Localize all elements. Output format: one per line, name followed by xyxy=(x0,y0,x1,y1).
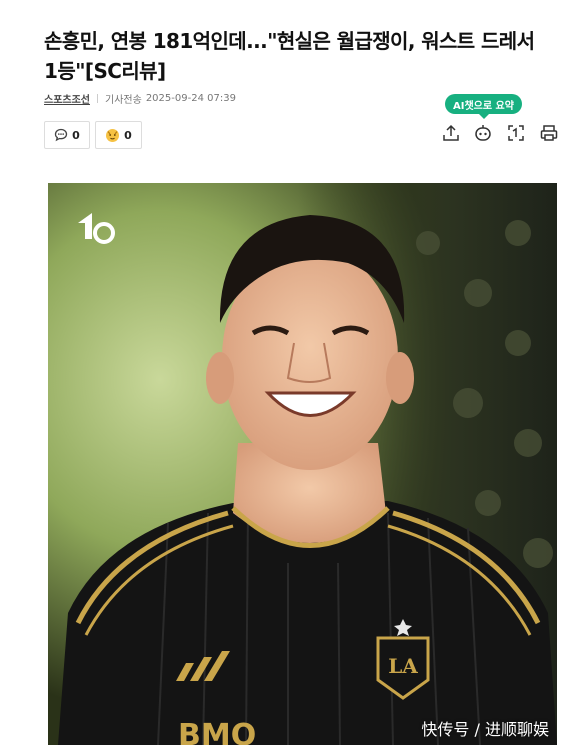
sent-time: 2025-09-24 07:39 xyxy=(145,93,236,104)
like-button[interactable]: 0 xyxy=(95,121,142,149)
scan-icon[interactable] xyxy=(506,123,526,143)
like-count: 0 xyxy=(124,128,132,142)
comment-count: 0 xyxy=(72,128,80,142)
ai-bot-icon[interactable] xyxy=(473,123,493,143)
share-icon[interactable] xyxy=(441,123,461,143)
press-name-link[interactable]: 스포츠조선 xyxy=(44,91,90,106)
sponsor-text: BMO xyxy=(178,718,256,745)
svg-text:LA: LA xyxy=(388,654,418,678)
article-photo: LA BMO 快传号 / 进顺聊娱 xyxy=(48,183,557,745)
player-illustration: LA BMO xyxy=(48,183,557,745)
headline-line-1: 손흥민, 연봉 181억인데..."현실은 월급쟁이, 워스트 드레서 xyxy=(44,29,535,53)
sent-label: 기사전송 xyxy=(105,95,142,106)
article-meta: 스포츠조선 기사전송 2025-09-24 07:39 xyxy=(44,91,236,106)
meta-divider xyxy=(97,94,98,103)
watermark: 快传号 / 进顺聊娱 xyxy=(421,720,549,739)
like-emoji-icon xyxy=(106,128,120,142)
comment-button[interactable]: 0 xyxy=(44,121,90,149)
print-icon[interactable] xyxy=(539,123,559,143)
headline-line-2: 1등"[SC리뷰] xyxy=(44,59,166,83)
ai-summary-badge[interactable]: AI챗으로 요약 xyxy=(445,94,522,119)
article-headline: 손흥민, 연봉 181억인데..."현실은 월급쟁이, 워스트 드레서 1등"[… xyxy=(44,26,564,86)
comment-icon xyxy=(55,128,68,142)
